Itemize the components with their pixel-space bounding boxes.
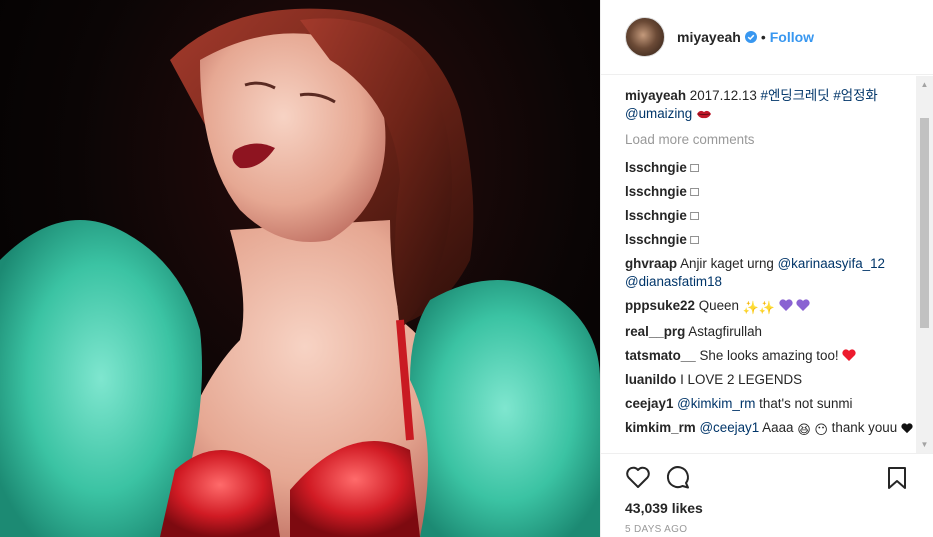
scrollbar-thumb[interactable] — [920, 118, 929, 328]
save-bookmark-icon[interactable] — [884, 465, 910, 491]
comment: lsschngie □ — [625, 183, 916, 201]
comment-text: □ — [690, 232, 699, 247]
comment-username[interactable]: lsschngie — [625, 232, 687, 247]
comment: kimkim_rm @ceejay1 Aaaa 😆 😶 thank youu — [625, 419, 916, 439]
comment-text: She looks amazing too! — [699, 348, 843, 363]
post-timestamp[interactable]: 5 DAYS AGO — [625, 524, 910, 535]
verified-badge-icon — [744, 31, 757, 43]
black-heart-icon — [901, 423, 913, 434]
comment-username[interactable]: real__prg — [625, 324, 685, 339]
caption-username[interactable]: miyayeah — [625, 88, 686, 103]
comment-text: Queen — [698, 298, 743, 313]
portrait-image — [0, 8, 600, 537]
follow-button[interactable]: Follow — [770, 29, 814, 45]
comment-username[interactable]: lsschngie — [625, 208, 687, 223]
comment-username[interactable]: lsschngie — [625, 160, 687, 175]
comments-list[interactable]: miyayeah 2017.12.13 #엔딩크레딧 #엄정화 @umaizin… — [601, 76, 933, 453]
scroll-down-arrow-icon[interactable]: ▼ — [916, 436, 933, 453]
mention-link[interactable]: @kimkim_rm — [677, 396, 755, 411]
header-username[interactable]: miyayeah — [677, 29, 741, 45]
comment-username[interactable]: lsschngie — [625, 184, 687, 199]
comment-text: Anjir kaget urng — [680, 256, 778, 271]
comment-username[interactable]: ceejay1 — [625, 396, 673, 411]
laughing-emoji-icon: 😆 😶 — [797, 422, 828, 437]
comment-username[interactable]: luanildo — [625, 372, 676, 387]
comment-username[interactable]: ghvraap — [625, 256, 677, 271]
likes-count[interactable]: 43,039 likes — [625, 500, 910, 516]
post-actions: 43,039 likes 5 DAYS AGO — [601, 453, 933, 537]
hashtag-link[interactable]: #엔딩크레딧 — [761, 88, 830, 103]
lips-emoji-icon — [696, 110, 711, 119]
post-photo[interactable] — [0, 0, 600, 537]
avatar[interactable] — [625, 17, 665, 57]
mention-link[interactable]: @umaizing — [625, 106, 692, 121]
red-heart-icon — [842, 349, 856, 361]
comment-username[interactable]: tatsmato__ — [625, 348, 696, 363]
post-sidebar: miyayeah • Follow miyayeah 2017.12.13 #엔… — [600, 0, 933, 537]
like-heart-icon[interactable] — [625, 464, 651, 490]
scroll-up-arrow-icon[interactable]: ▲ — [916, 76, 933, 93]
sparkles-emoji-icon: ✨✨ — [742, 300, 776, 315]
post-header: miyayeah • Follow — [601, 0, 933, 75]
comment: lsschngie □ — [625, 231, 916, 249]
load-more-comments[interactable]: Load more comments — [625, 131, 916, 149]
comment-text: □ — [690, 208, 699, 223]
comment: ghvraap Anjir kaget urng @karinaasyifa_1… — [625, 255, 916, 291]
purple-heart-icon — [779, 299, 810, 311]
comment-username[interactable]: pppsuke22 — [625, 298, 695, 313]
comment: real__prg Astagfirullah — [625, 323, 916, 341]
comment-text: that's not sunmi — [755, 396, 853, 411]
caption-date: 2017.12.13 — [689, 88, 761, 103]
caption: miyayeah 2017.12.13 #엔딩크레딧 #엄정화 @umaizin… — [625, 87, 916, 123]
comment-text: I LOVE 2 LEGENDS — [680, 372, 803, 387]
header-separator: • — [760, 29, 766, 45]
comment-text: □ — [690, 160, 699, 175]
mention-link[interactable]: @ceejay1 — [699, 420, 759, 435]
comment: tatsmato__ She looks amazing too! — [625, 347, 916, 365]
comments-scrollbar[interactable]: ▲ ▼ — [916, 76, 933, 453]
hashtag-link[interactable]: #엄정화 — [833, 88, 877, 103]
comment-username[interactable]: kimkim_rm — [625, 420, 696, 435]
comment-text: □ — [690, 184, 699, 199]
action-icons — [625, 454, 910, 500]
instagram-post: miyayeah • Follow miyayeah 2017.12.13 #엔… — [0, 0, 933, 537]
comment-bubble-icon[interactable] — [665, 464, 691, 490]
comment-text: Astagfirullah — [688, 324, 762, 339]
comment: lsschngie □ — [625, 159, 916, 177]
comment: ceejay1 @kimkim_rm that's not sunmi — [625, 395, 916, 413]
comment-text: thank youu — [831, 420, 898, 435]
comment: luanildo I LOVE 2 LEGENDS — [625, 371, 916, 389]
comment: lsschngie □ — [625, 207, 916, 225]
comment-text: Aaaa — [759, 420, 794, 435]
comment: pppsuke22 Queen ✨✨ — [625, 297, 916, 317]
